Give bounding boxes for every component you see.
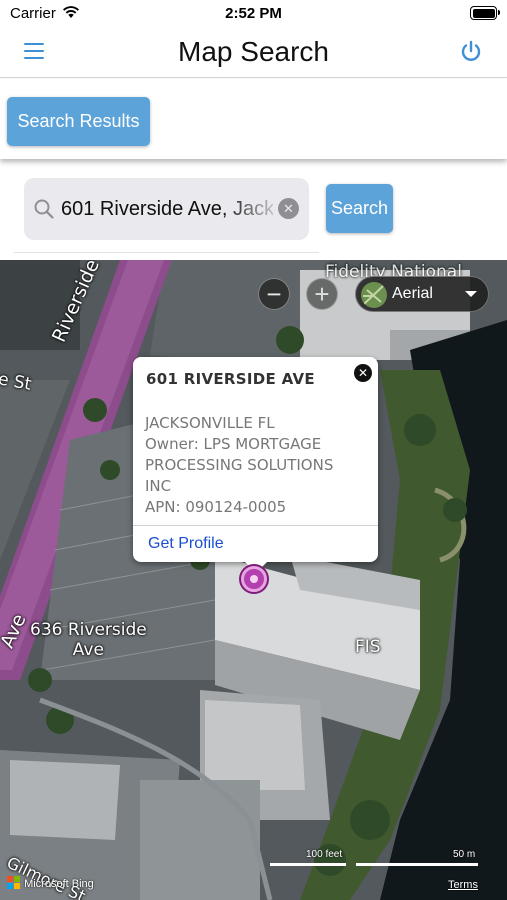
aerial-thumbnail-icon: [361, 282, 387, 308]
popup-details: JACKSONVILLE FL Owner: LPS MORTGAGE PROC…: [145, 413, 370, 518]
popup-owner-cont: PROCESSING SOLUTIONS: [145, 456, 334, 474]
popup-city: JACKSONVILLE FL: [145, 414, 275, 432]
map-label-636-riverside: 636 Riverside Ave: [30, 620, 147, 660]
tab-bar: Search Results: [0, 79, 507, 159]
popup-apn: APN: 090124-0005: [145, 498, 287, 516]
popup-owner-cont: INC: [145, 477, 172, 495]
map-type-selector[interactable]: Aerial: [355, 276, 489, 312]
battery-icon: [470, 6, 500, 20]
power-icon[interactable]: [459, 40, 483, 64]
clear-text-icon[interactable]: ✕: [278, 198, 299, 219]
search-input[interactable]: [61, 192, 273, 226]
search-icon: [34, 199, 54, 219]
terms-link[interactable]: Terms: [448, 879, 478, 891]
search-button[interactable]: Search: [326, 184, 393, 233]
status-bar: Carrier 2:52 PM: [0, 0, 507, 28]
property-popup: 601 RIVERSIDE AVE ✕ JACKSONVILLE FL Owne…: [133, 357, 378, 573]
map-label-fis: FIS: [355, 637, 381, 657]
bing-attribution: Microsoft Bing: [7, 876, 94, 890]
search-area: ✕ Search: [0, 160, 507, 260]
get-profile-link[interactable]: Get Profile: [148, 535, 224, 553]
popup-owner: Owner: LPS MORTGAGE: [145, 435, 322, 453]
map-view[interactable]: Fidelity National Riverside Ave e St Ave…: [0, 260, 507, 900]
navigation-bar: Map Search: [0, 28, 507, 78]
chevron-down-icon: [465, 291, 477, 297]
zoom-out-button[interactable]: −: [258, 278, 290, 310]
close-icon[interactable]: ✕: [354, 364, 372, 382]
popup-title: 601 RIVERSIDE AVE: [146, 370, 315, 388]
microsoft-logo-icon: [7, 876, 20, 889]
page-title: Map Search: [178, 36, 329, 67]
zoom-in-button[interactable]: +: [306, 278, 338, 310]
location-pin-icon[interactable]: [241, 566, 267, 592]
map-type-label: Aerial: [392, 285, 433, 302]
search-bar: ✕: [24, 178, 309, 240]
clock: 2:52 PM: [225, 5, 282, 22]
scale-meters: 50 m: [453, 849, 476, 860]
search-results-button[interactable]: Search Results: [7, 97, 150, 146]
scale-feet: 100 feet: [306, 849, 343, 860]
